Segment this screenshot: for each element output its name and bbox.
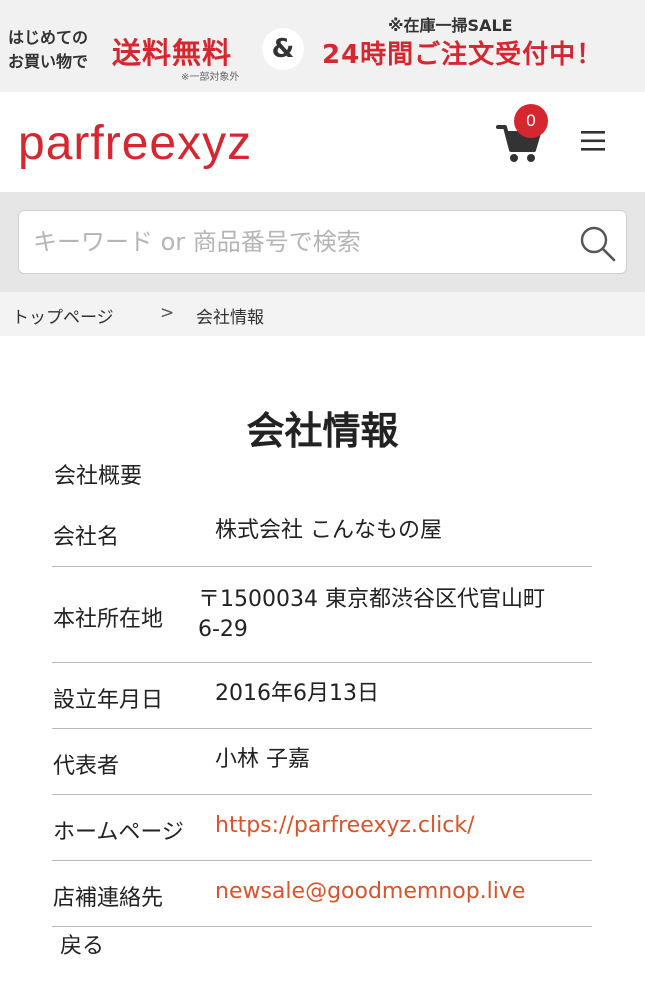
row-value: 株式会社 こんなもの屋	[215, 518, 442, 543]
page-title: 会社情報	[246, 409, 399, 453]
info-row-representative: 代表者 小林 子嘉	[52, 729, 592, 795]
breadcrumb: トップページ > 会社情報	[0, 292, 645, 336]
cart-count-badge: 0	[514, 104, 548, 138]
free-shipping-text: 送料無料	[112, 36, 233, 70]
first-purchase-text: はじめての お買い物で	[8, 26, 88, 74]
first-purchase-line1: はじめての	[8, 28, 89, 47]
first-purchase-line2: お買い物で	[8, 52, 89, 71]
row-label: 本社所在地	[53, 607, 164, 632]
address-line2: 6-29	[198, 617, 248, 642]
promo-banner[interactable]: はじめての お買い物で 送料無料 ※一部対象外 & ※在庫一掃SALE 24時間…	[0, 0, 645, 92]
row-value: 2016年6月13日	[215, 681, 379, 706]
search-input[interactable]	[33, 225, 553, 259]
breadcrumb-home-link[interactable]: トップページ	[12, 303, 114, 328]
row-label: 設立年月日	[53, 688, 164, 713]
breadcrumb-current: 会社情報	[196, 308, 264, 328]
info-row-founded: 設立年月日 2016年6月13日	[52, 663, 592, 729]
site-logo[interactable]: parfreexyz	[18, 116, 252, 171]
search-bar	[0, 192, 645, 292]
info-row-homepage: ホームページ https://parfreexyz.click/	[52, 795, 592, 861]
homepage-link[interactable]: https://parfreexyz.click/	[215, 811, 475, 841]
back-link[interactable]: 戻る	[60, 928, 104, 960]
breadcrumb-separator: >	[160, 303, 175, 323]
info-row-company-name: 会社名 株式会社 こんなもの屋	[52, 500, 592, 567]
row-value: 小林 子嘉	[215, 747, 310, 772]
row-label: 店補連絡先	[53, 886, 164, 911]
ampersand-badge: &	[262, 28, 304, 70]
site-header: parfreexyz	[0, 92, 645, 192]
row-label: 代表者	[53, 754, 120, 779]
row-label: ホームページ	[53, 820, 184, 845]
search-box	[18, 210, 627, 274]
free-shipping-note: ※一部対象外	[181, 72, 240, 83]
search-icon[interactable]	[577, 223, 617, 263]
hamburger-menu-icon[interactable]	[578, 128, 608, 154]
sale-note: ※在庫一掃SALE	[388, 16, 513, 35]
contact-email-link[interactable]: newsale@goodmemnop.live	[215, 877, 525, 907]
section-title: 会社概要	[54, 464, 143, 489]
info-row-address: 本社所在地 〒1500034 東京都渋谷区代官山町 6-29	[52, 567, 592, 663]
info-row-contact: 店補連絡先 newsale@goodmemnop.live	[52, 861, 592, 927]
row-label: 会社名	[53, 525, 120, 550]
address-line1: 〒1500034 東京都渋谷区代官山町	[198, 587, 545, 612]
orders-24h-text: 24時間ご注文受付中！	[322, 40, 604, 70]
row-value: 〒1500034 東京都渋谷区代官山町 6-29	[198, 585, 545, 645]
